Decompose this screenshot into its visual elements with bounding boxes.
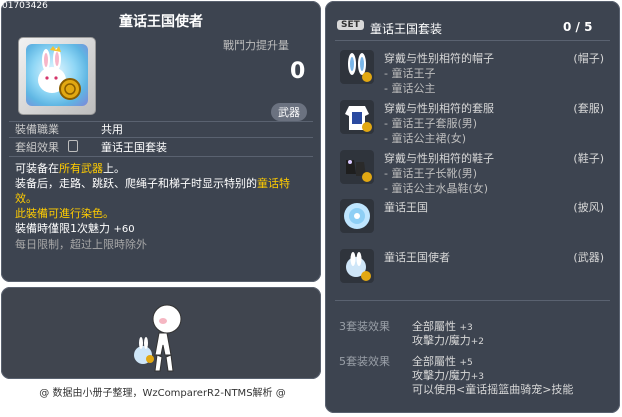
bunny-weapon-icon [340, 249, 374, 283]
weapon-badge: 武器 [271, 103, 307, 121]
daily-limit-note: 每日限制，超过上限時除外 [15, 238, 147, 251]
item-tooltip-panel: 01703426 童话王国使者 戰鬥力提升量 0 武器 裝備職業 共用 套組效果… [1, 1, 321, 282]
set-effect-panel: SET 童话王国套装 0 / 5 穿戴与性别相符的帽子 (帽子) - 童话王子 … [325, 1, 620, 413]
desc-text: 可装备在 [15, 162, 59, 175]
set-effect-label: 套組效果 [15, 141, 59, 154]
set-item-name: 童话王国使者 [384, 251, 450, 264]
cape-icon [340, 199, 374, 233]
set-name: 童话王国套装 [370, 22, 443, 36]
divider [335, 300, 610, 301]
charm-note: 裝備時僅限1次魅力 [15, 222, 110, 235]
item-title: 童话王国使者 [119, 14, 203, 30]
bunny-hat-icon [340, 50, 374, 84]
set-bonus-skill: 可以使用<童话摇篮曲骑宠>技能 [412, 383, 574, 396]
job-value: 共用 [101, 123, 123, 136]
set-count: 0 / 5 [563, 20, 593, 34]
set-item-variant: - 童话公主水晶鞋(女) [384, 182, 489, 195]
lock-icon [68, 140, 78, 152]
job-label: 裝備職業 [15, 123, 59, 136]
set-item-name: 穿戴与性别相符的套服 [384, 102, 494, 115]
set-tag-icon: SET [337, 20, 364, 30]
set-item-slot: (套服) [573, 102, 604, 115]
combat-power-label: 戰鬥力提升量 [223, 39, 289, 52]
set-item-slot: (披风) [573, 201, 604, 214]
divider [335, 40, 610, 41]
set-item-slot: (帽子) [573, 52, 604, 65]
divider [9, 156, 313, 157]
item-description: 可装备在所有武器上。 装备后，走路、跳跃、爬绳子和梯子时显示特别的童话特 效。 … [15, 161, 313, 252]
bunny-coin-icon [26, 44, 88, 106]
shoes-icon [340, 150, 374, 184]
item-id: 01703426 [2, 1, 48, 11]
set-item-variant: - 童话王子套服(男) [384, 117, 478, 130]
item-icon-frame [18, 37, 96, 115]
set-item-name: 穿戴与性别相符的鞋子 [384, 152, 494, 165]
set-item-variant: - 童话公主 [384, 82, 436, 95]
desc-text: 装备后，走路、跳跃、爬绳子和梯子时显示特别的 [15, 177, 257, 190]
bunny-weapon-icon [134, 337, 154, 364]
set-item-name: 童话王国 [384, 201, 428, 214]
set-item-slot: (武器) [573, 251, 604, 264]
set-item-variant: - 童话公主裙(女) [384, 132, 467, 145]
bonus-value: +2 [470, 337, 484, 347]
dye-note: 此裝備可進行染色。 [15, 207, 114, 220]
set-item-slot: (鞋子) [573, 152, 604, 165]
set-item-name: 穿戴与性别相符的帽子 [384, 52, 494, 65]
set-bonus-line: 攻擊力/魔力+2 [412, 332, 484, 348]
desc-text: 上。 [103, 162, 125, 175]
set-bonus-3-heading: 3套装效果 [339, 320, 390, 333]
set-effect-value: 童话王国套装 [101, 141, 167, 154]
desc-highlight: 童话特 [257, 177, 290, 190]
character-avatar [134, 304, 182, 372]
bonus-stat: 攻擊力/魔力 [412, 334, 471, 347]
set-item-variant: - 童话王子长靴(男) [384, 167, 478, 180]
data-source-footer: @ 数据由小册子整理，WzComparerR2-NTMS解析 @ [39, 388, 286, 399]
combat-power-value: 0 [290, 59, 306, 84]
charm-value: +60 [113, 224, 135, 235]
desc-highlight: 所有武器 [59, 162, 103, 175]
divider [9, 137, 313, 138]
character-preview-panel [1, 287, 321, 379]
desc-highlight: 效。 [15, 192, 37, 205]
outfit-icon [340, 100, 374, 134]
set-item-variant: - 童话王子 [384, 67, 436, 80]
set-bonus-5-heading: 5套装效果 [339, 355, 390, 368]
